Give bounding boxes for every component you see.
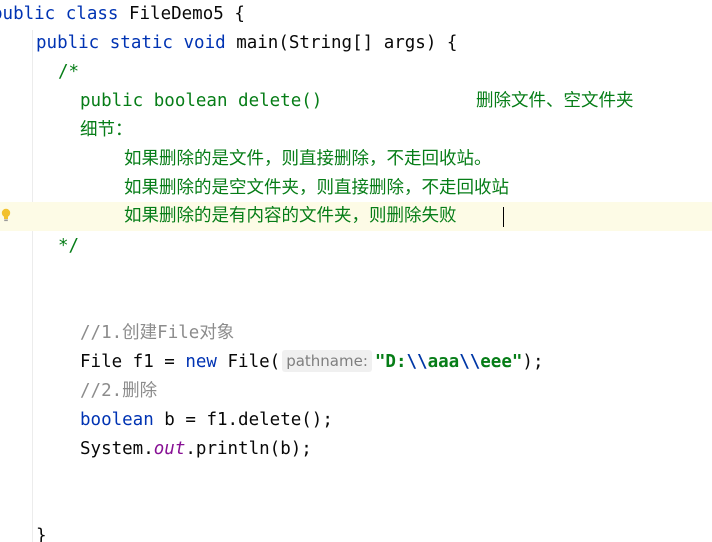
comment-text: 创建 bbox=[122, 323, 158, 343]
escape-sequence: \\ bbox=[406, 352, 428, 372]
doc-comment-open: /* bbox=[58, 62, 80, 82]
code-editor[interactable]: public class FileDemo5 { public static v… bbox=[0, 0, 712, 542]
doc-comment-text: 如果删除的是空文件夹，则直接删除，不走回收站 bbox=[124, 178, 509, 198]
code-line-9[interactable]: */ bbox=[0, 232, 712, 261]
code-text: ); bbox=[522, 352, 544, 372]
string-literal: aaa bbox=[427, 352, 460, 372]
code-text: System. bbox=[80, 439, 154, 459]
code-line-16[interactable]: System.out.println(b); bbox=[0, 435, 712, 464]
static-field: out bbox=[153, 439, 186, 459]
doc-comment-description: 删除文件、空文件夹 bbox=[476, 91, 634, 111]
code-line-2[interactable]: public static void main(String[] args) { bbox=[0, 29, 712, 58]
keyword: boolean bbox=[80, 410, 154, 430]
string-literal: eee" bbox=[480, 352, 523, 372]
code-line-19[interactable]: } bbox=[0, 522, 712, 542]
closing-brace: } bbox=[36, 526, 47, 542]
doc-comment-close: */ bbox=[58, 236, 80, 256]
code-line-4[interactable]: public boolean delete() 删除文件、空文件夹 bbox=[0, 87, 712, 116]
code-line-1[interactable]: public class FileDemo5 { bbox=[0, 0, 712, 29]
code-line-6[interactable]: 如果删除的是文件，则直接删除，不走回收站。 bbox=[0, 145, 712, 174]
keyword: public class bbox=[0, 4, 129, 24]
parameter-hint: pathname: bbox=[282, 350, 372, 372]
doc-comment-text: 细节： bbox=[80, 120, 133, 140]
code-line-14[interactable]: //2.删除 bbox=[0, 377, 712, 406]
comment-text: 删除 bbox=[122, 381, 158, 401]
keyword: public static void bbox=[36, 33, 237, 53]
class-name: FileDemo5 { bbox=[128, 4, 245, 24]
code-line-8-current[interactable]: 如果删除的是有内容的文件夹，则删除失败 bbox=[0, 202, 712, 231]
line-comment: //2.删除 bbox=[80, 377, 157, 406]
code-line-13[interactable]: File f1 = new File(pathname: "D:\\aaa\\ee… bbox=[0, 348, 712, 377]
comment-text: 对象 bbox=[199, 323, 235, 343]
string-literal: "D: bbox=[374, 352, 407, 372]
keyword: new bbox=[185, 352, 217, 372]
doc-comment-signature: public boolean delete() bbox=[80, 91, 323, 111]
code-text: b = f1.delete(); bbox=[153, 410, 333, 430]
comment-prefix: //2. bbox=[80, 381, 123, 401]
code-text: File( bbox=[216, 352, 281, 372]
doc-comment-text: 如果删除的是文件，则直接删除，不走回收站。 bbox=[124, 149, 492, 169]
code-line-7[interactable]: 如果删除的是空文件夹，则直接删除，不走回收站 bbox=[0, 174, 712, 203]
comment-prefix: //1. bbox=[80, 323, 123, 343]
code-line-12[interactable]: //1.创建File对象 bbox=[0, 319, 712, 348]
code-text: File f1 = bbox=[80, 352, 186, 372]
code-line-15[interactable]: boolean b = f1.delete(); bbox=[0, 406, 712, 435]
code-line-5[interactable]: 细节： bbox=[0, 116, 712, 145]
code-text: .println(b); bbox=[185, 439, 312, 459]
doc-comment-text: 如果删除的是有内容的文件夹，则删除失败 bbox=[124, 206, 457, 226]
escape-sequence: \\ bbox=[459, 352, 481, 372]
method-signature: main(String[] args) { bbox=[236, 33, 458, 53]
comment-text: File bbox=[157, 323, 200, 343]
code-line-3[interactable]: /* bbox=[0, 58, 712, 87]
text-caret bbox=[503, 207, 504, 227]
line-comment: //1.创建File对象 bbox=[80, 319, 234, 348]
lightbulb-icon[interactable] bbox=[1, 208, 11, 222]
